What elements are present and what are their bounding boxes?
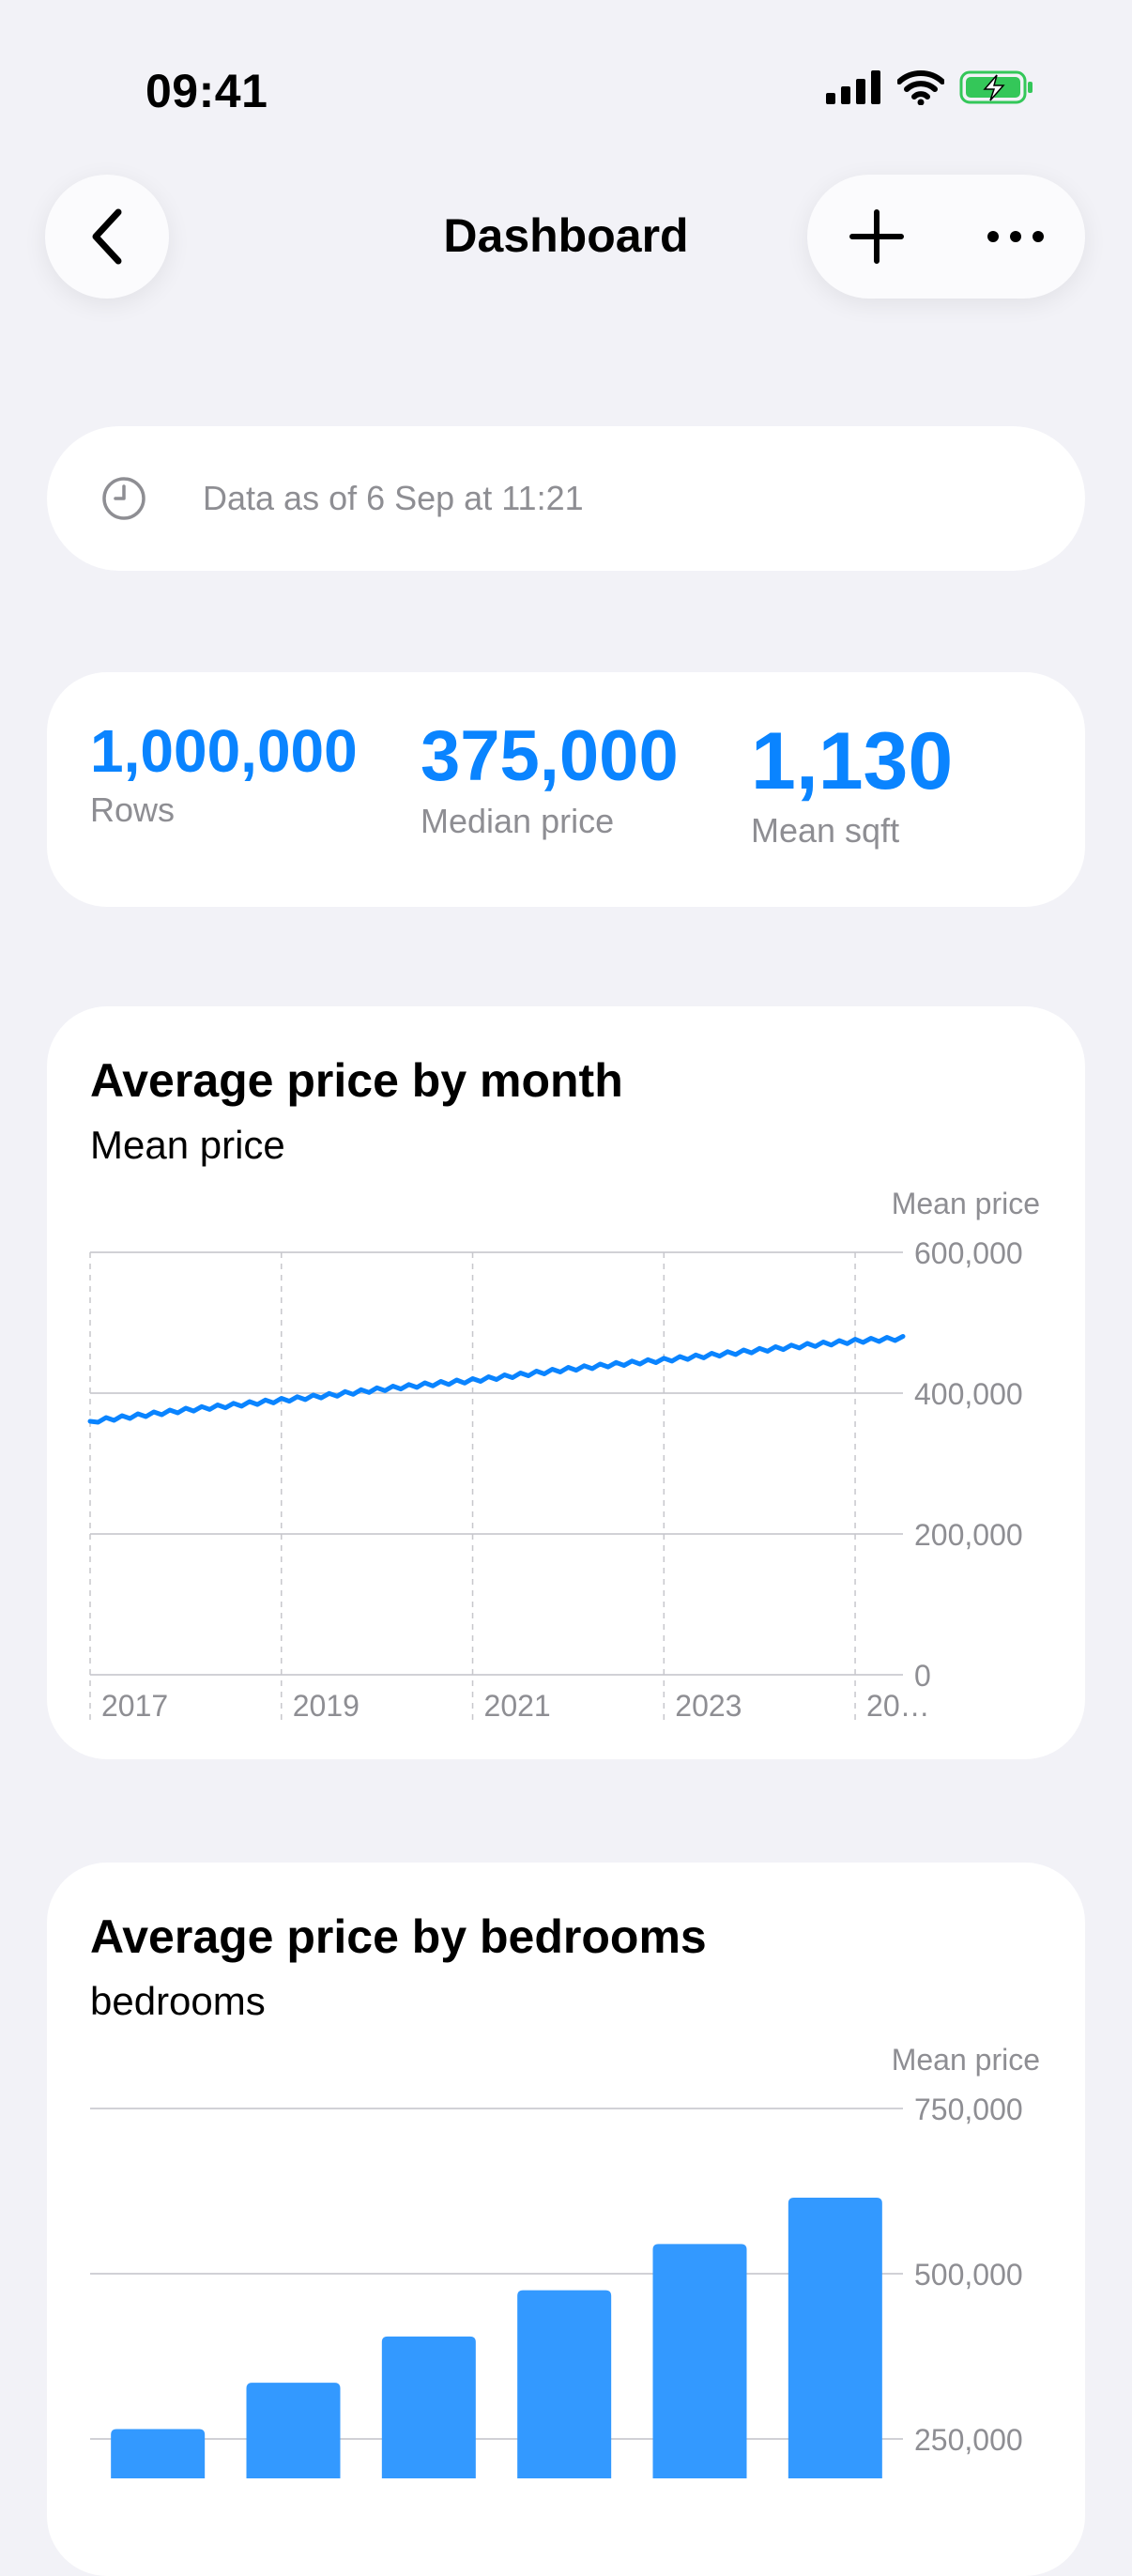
- data-as-of-text: Data as of 6 Sep at 11:21: [203, 479, 584, 518]
- bar-chart-bar: [382, 2337, 476, 2478]
- line-chart-xtick-label: 2017: [101, 1689, 168, 1723]
- plus-icon: [849, 208, 905, 265]
- kpi-median-price-label: Median price: [421, 802, 679, 841]
- bar-chart-ylabel: Mean price: [892, 2043, 1040, 2078]
- line-chart-ylabel: Mean price: [892, 1187, 1040, 1221]
- nav-actions: [807, 175, 1085, 299]
- bar-chart-card: Average price by bedrooms bedrooms Mean …: [47, 1863, 1085, 2576]
- bar-chart-ytick-label: 250,000: [914, 2423, 1023, 2457]
- kpi-rows-label: Rows: [90, 790, 358, 830]
- cellular-signal-icon: [826, 70, 882, 104]
- kpi-median-price-value: 375,000: [421, 721, 679, 792]
- line-chart-xtick-label: 2019: [293, 1689, 359, 1723]
- wifi-icon: [897, 69, 944, 105]
- line-chart: 0 200,000 400,000 600,000 2017 2019 2021 2023 20…: [47, 1228, 1085, 1754]
- kpi-mean-sqft: 1,130 Mean sqft: [751, 721, 953, 851]
- bar-chart-bar: [788, 2198, 882, 2478]
- line-chart-series-line: [90, 1337, 903, 1423]
- bar-chart-ytick-label: 500,000: [914, 2258, 1023, 2292]
- bar-chart-bar: [517, 2291, 611, 2478]
- bar-chart-title: Average price by bedrooms: [90, 1909, 707, 1964]
- bar-chart-subtitle: bedrooms: [90, 1979, 266, 2024]
- more-dots-icon: [986, 227, 1046, 246]
- bar-chart-bar: [653, 2244, 747, 2478]
- line-chart-ytick-label: 400,000: [914, 1377, 1023, 1411]
- line-chart-ytick-label: 0: [914, 1659, 931, 1693]
- line-chart-xtick-label: 20…: [866, 1689, 930, 1723]
- data-freshness-card: Data as of 6 Sep at 11:21: [47, 426, 1085, 571]
- kpi-rows: 1,000,000 Rows: [90, 721, 358, 830]
- kpi-mean-sqft-label: Mean sqft: [751, 811, 953, 851]
- kpi-rows-value: 1,000,000: [90, 721, 358, 781]
- battery-charging-icon: [959, 69, 1034, 105]
- line-chart-title: Average price by month: [90, 1053, 623, 1108]
- status-time: 09:41: [145, 64, 268, 118]
- kpi-median-price: 375,000 Median price: [421, 721, 679, 841]
- bar-chart-ytick-label: 750,000: [914, 2093, 1023, 2126]
- line-chart-xtick-label: 2023: [675, 1689, 742, 1723]
- bar-chart-bar: [111, 2429, 205, 2478]
- line-chart-ytick-label: 600,000: [914, 1236, 1023, 1270]
- status-icons: [826, 69, 1034, 105]
- line-chart-ytick-label: 200,000: [914, 1518, 1023, 1552]
- bar-chart-bar: [247, 2383, 341, 2478]
- kpi-mean-sqft-value: 1,130: [751, 721, 953, 802]
- line-chart-xtick-label: 2021: [484, 1689, 551, 1723]
- more-button[interactable]: [946, 175, 1085, 299]
- kpi-card: 1,000,000 Rows 375,000 Median price 1,13…: [47, 672, 1085, 907]
- bar-chart: 250,000 500,000 750,000: [47, 2084, 1085, 2478]
- add-button[interactable]: [807, 175, 946, 299]
- clock-icon: [101, 476, 146, 521]
- line-chart-subtitle: Mean price: [90, 1123, 285, 1168]
- line-chart-card: Average price by month Mean price Mean p…: [47, 1006, 1085, 1759]
